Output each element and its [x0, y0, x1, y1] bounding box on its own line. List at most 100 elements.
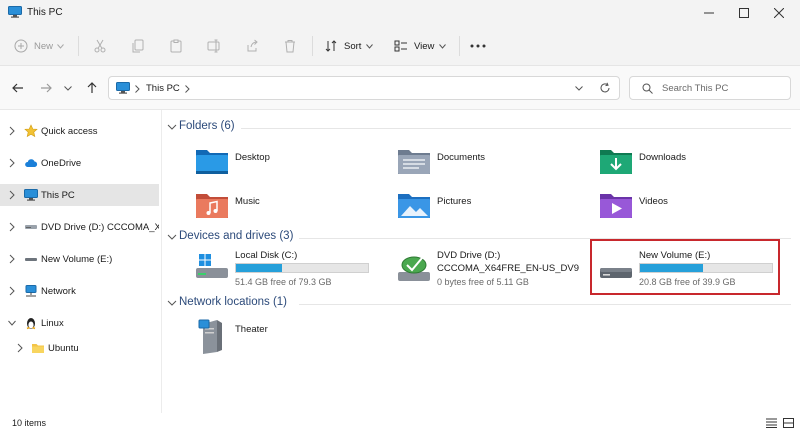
- close-icon: [774, 8, 784, 18]
- details-view-button[interactable]: [764, 416, 778, 430]
- close-button[interactable]: [762, 0, 796, 26]
- sidebar-item-label: Ubuntu: [48, 343, 79, 354]
- command-bar: New Sort View: [0, 26, 800, 66]
- paste-button[interactable]: [169, 34, 183, 58]
- item-count: 10 items: [12, 418, 47, 428]
- share-button[interactable]: [245, 34, 259, 58]
- copy-button[interactable]: [131, 34, 145, 58]
- chevron-right-icon: [185, 85, 190, 93]
- group-title: Folders (6): [179, 120, 235, 132]
- chevron-right-icon[interactable]: [8, 158, 16, 168]
- scissors-icon: [94, 39, 106, 53]
- pictures-folder-icon: [398, 194, 430, 218]
- sidebar-item-this-pc[interactable]: This PC: [0, 184, 159, 206]
- status-bar: 10 items: [0, 413, 800, 433]
- tile-label: Theater: [235, 324, 268, 335]
- folder-tile-documents[interactable]: Documents: [397, 144, 577, 184]
- sort-icon: [325, 40, 337, 52]
- chevron-right-icon: [135, 85, 140, 93]
- videos-folder-icon: [600, 194, 632, 218]
- drive-usage-fill: [640, 264, 704, 272]
- sidebar-item-linux[interactable]: Linux: [0, 312, 159, 334]
- sidebar-item-label: OneDrive: [41, 158, 82, 169]
- tile-label: Desktop: [235, 152, 270, 163]
- tile-label: Pictures: [437, 196, 472, 207]
- chevron-down-icon: [167, 234, 177, 240]
- tiles-view-button[interactable]: [781, 416, 795, 430]
- sidebar-item-label: Network: [41, 286, 76, 297]
- details-view-icon: [765, 418, 777, 428]
- drive-tile-dvd[interactable]: DVD Drive (D:) CCCOMA_X64FRE_EN-US_DV9 0…: [397, 246, 593, 298]
- chevron-down-icon: [57, 43, 64, 49]
- group-title: Network locations (1): [179, 296, 288, 308]
- music-folder-icon: [196, 194, 228, 218]
- linux-icon: [26, 318, 36, 330]
- chevron-down-icon[interactable]: [8, 318, 16, 328]
- drive-name: Local Disk (C:): [235, 250, 298, 261]
- chevron-down-icon[interactable]: [575, 86, 583, 91]
- share-icon: [247, 39, 258, 52]
- chevron-right-icon[interactable]: [16, 343, 24, 353]
- up-button[interactable]: [82, 78, 102, 98]
- trash-icon: [285, 40, 295, 53]
- network-drive-icon: [198, 319, 222, 354]
- view-button[interactable]: View: [394, 34, 447, 58]
- recent-locations-button[interactable]: [58, 78, 78, 98]
- folder-tile-desktop[interactable]: Desktop: [195, 144, 375, 184]
- folder-tile-music[interactable]: Music: [195, 188, 375, 228]
- group-header-network[interactable]: Network locations (1): [163, 294, 793, 312]
- address-bar[interactable]: This PC: [108, 76, 620, 100]
- delete-button[interactable]: [283, 34, 297, 58]
- navigation-pane: Quick access OneDrive This PC DVD Drive …: [0, 110, 162, 413]
- sort-button[interactable]: Sort: [324, 34, 374, 58]
- search-placeholder: Search This PC: [662, 83, 729, 94]
- copy-icon: [132, 39, 144, 53]
- address-location: This PC: [146, 83, 180, 94]
- chevron-right-icon[interactable]: [8, 254, 16, 264]
- drive-usage-bar: [639, 263, 773, 273]
- back-button[interactable]: [8, 78, 28, 98]
- new-label: New: [34, 40, 54, 52]
- sidebar-item-ubuntu[interactable]: Ubuntu: [0, 337, 159, 359]
- chevron-right-icon[interactable]: [8, 286, 16, 296]
- sidebar-item-quick-access[interactable]: Quick access: [0, 120, 159, 142]
- window-title: This PC: [27, 7, 63, 18]
- maximize-button[interactable]: [727, 0, 761, 26]
- network-tile-theater[interactable]: Theater: [195, 318, 375, 358]
- chevron-right-icon[interactable]: [8, 190, 16, 200]
- sidebar-item-network[interactable]: Network: [0, 280, 159, 302]
- documents-folder-icon: [398, 150, 430, 174]
- drive-tile-new-volume[interactable]: New Volume (E:) 20.8 GB free of 39.9 GB: [599, 246, 789, 298]
- rename-button[interactable]: [207, 34, 221, 58]
- chevron-right-icon[interactable]: [8, 222, 16, 232]
- new-button[interactable]: New: [14, 34, 64, 58]
- sidebar-item-new-volume[interactable]: New Volume (E:): [0, 248, 159, 270]
- folder-tile-pictures[interactable]: Pictures: [397, 188, 577, 228]
- search-box[interactable]: Search This PC: [629, 76, 791, 100]
- dvd-disc-icon: [398, 256, 430, 281]
- drive-usage-fill: [236, 264, 283, 272]
- drive-tile-local-disk[interactable]: Local Disk (C:) 51.4 GB free of 79.3 GB: [195, 246, 385, 298]
- drive-usage-bar: [235, 263, 369, 273]
- chevron-right-icon[interactable]: [8, 126, 16, 136]
- folder-icon: [32, 344, 44, 353]
- more-options-button[interactable]: [470, 34, 486, 58]
- tile-label: Documents: [437, 152, 486, 163]
- group-title: Devices and drives (3): [179, 230, 294, 242]
- sidebar-item-dvd-drive[interactable]: DVD Drive (D:) CCCOMA_X6: [0, 216, 159, 238]
- folder-tile-videos[interactable]: Videos: [599, 188, 779, 228]
- maximize-icon: [739, 8, 749, 18]
- arrow-right-icon: [41, 83, 52, 93]
- group-header-folders[interactable]: Folders (6): [163, 118, 793, 136]
- minimize-button[interactable]: [692, 0, 726, 26]
- navigation-bar: This PC Search This PC: [0, 66, 800, 110]
- group-divider: [241, 128, 791, 129]
- sidebar-item-label: DVD Drive (D:) CCCOMA_X6: [41, 222, 159, 233]
- cut-button[interactable]: [93, 34, 107, 58]
- refresh-icon[interactable]: [599, 82, 611, 94]
- sidebar-item-onedrive[interactable]: OneDrive: [0, 152, 159, 174]
- folder-tile-downloads[interactable]: Downloads: [599, 144, 779, 184]
- forward-button[interactable]: [36, 78, 56, 98]
- drive-free-space: 51.4 GB free of 79.3 GB: [235, 277, 332, 287]
- drive-icon: [600, 268, 632, 278]
